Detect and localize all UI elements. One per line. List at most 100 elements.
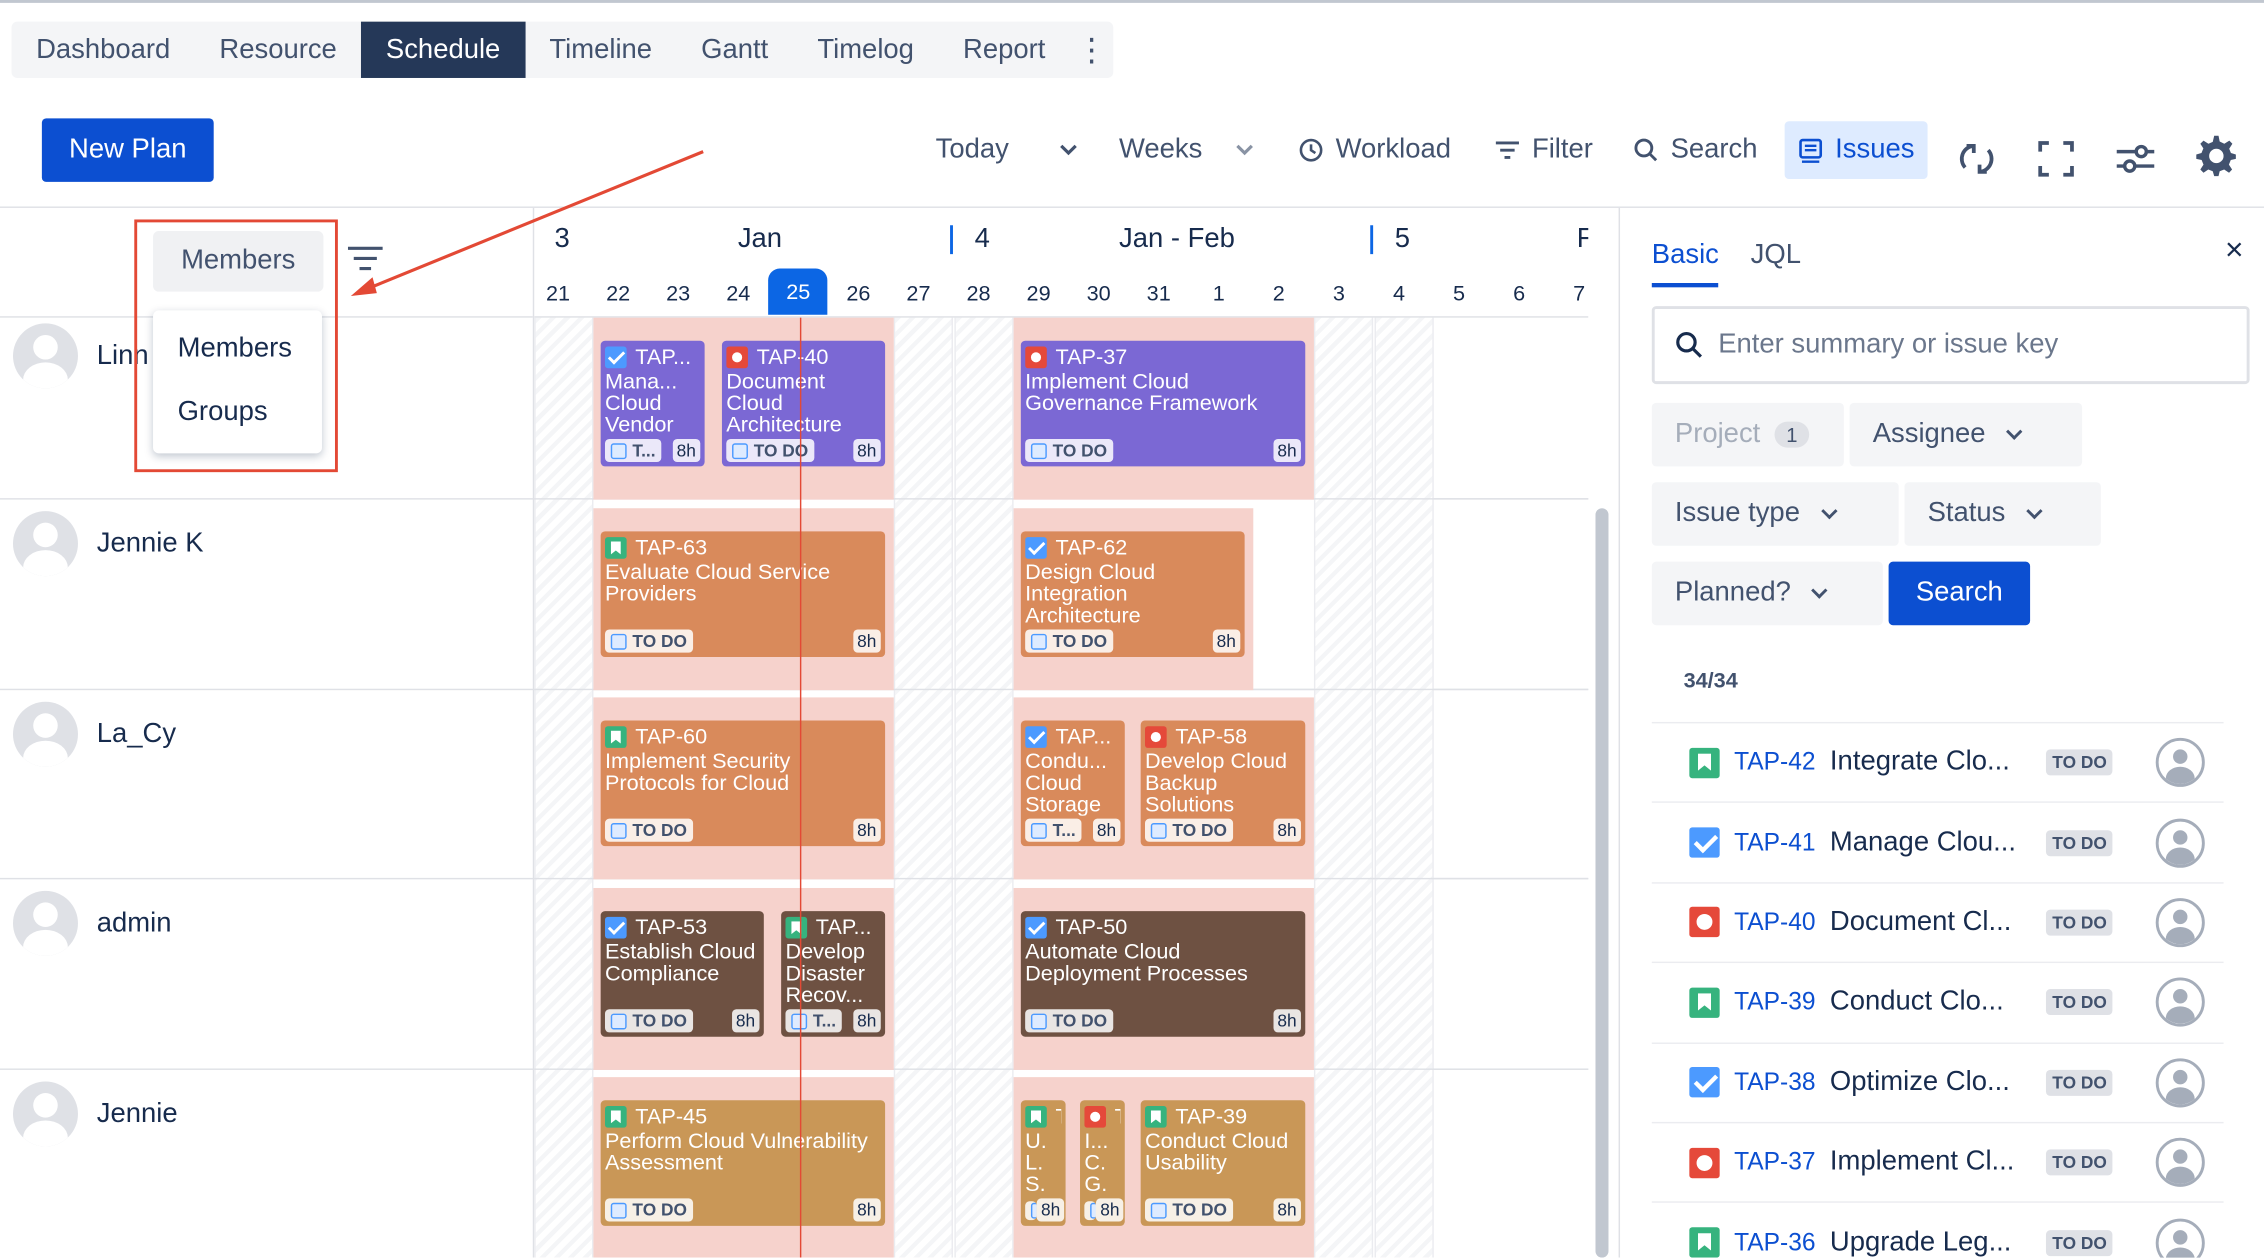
estimate-badge: 8h — [1095, 1198, 1124, 1222]
project-count-badge: 1 — [1774, 421, 1810, 448]
issue-key-link[interactable]: TAP-37 — [1734, 1148, 1815, 1177]
issue-card[interactable]: TAP-40 Document Cloud Architecture TO DO… — [721, 340, 886, 467]
assignee-filter[interactable]: Assignee — [1849, 402, 2083, 467]
highlight-box — [134, 219, 338, 473]
planned-filter[interactable]: Planned? — [1651, 561, 1883, 626]
issue-card[interactable]: TAP-50 Automate Cloud Deployment Process… — [1020, 911, 1306, 1037]
issue-card[interactable]: TAP-53 Establish Cloud Compliance TO DO … — [600, 911, 764, 1037]
weekend-column — [534, 317, 594, 1258]
day-label: 7 — [1573, 281, 1586, 307]
issue-card[interactable]: TAP... Mana... Cloud Vendor T... 8h — [600, 340, 705, 467]
schedule-timeline: 3 Jan 4 Jan - Feb 5 F 212223242526272829… — [532, 207, 1589, 1258]
card-footer: TO DO 8h — [604, 818, 881, 842]
issue-card[interactable]: TAP-39 Conduct Cloud Usability TO DO 8h — [1140, 1100, 1306, 1226]
search-button[interactable]: Search — [1633, 121, 1757, 179]
image-icon — [610, 1012, 627, 1029]
tab-dashboard[interactable]: Dashboard — [12, 22, 195, 78]
task-type-icon — [1025, 726, 1047, 748]
week-number: 3 — [554, 223, 570, 255]
today-dropdown[interactable]: Today — [936, 121, 1079, 179]
issue-row[interactable]: TAP-39 Conduct Clo... TO DO — [1651, 961, 2224, 1042]
status-text: TO DO — [1172, 820, 1227, 841]
issue-card[interactable]: TAP-45 Perform Cloud Vulnerability Asses… — [600, 1100, 886, 1226]
issue-key-link[interactable]: TAP-40 — [1734, 908, 1815, 937]
more-icon[interactable]: ⋮ — [1070, 22, 1113, 78]
card-key: TAP-58 — [1175, 724, 1248, 750]
timeline-scrollbar[interactable] — [1595, 508, 1609, 1258]
weekend-column — [954, 317, 1014, 1258]
issues-button[interactable]: Issues — [1784, 121, 1928, 180]
close-icon[interactable]: × — [2225, 231, 2244, 269]
issue-type-filter[interactable]: Issue type — [1651, 482, 1899, 546]
image-icon — [1030, 822, 1047, 839]
estimate-badge: 8h — [1272, 438, 1301, 463]
story-type-icon — [1689, 747, 1720, 778]
search-submit-button[interactable]: Search — [1888, 561, 2031, 626]
status-text: TO DO — [1052, 630, 1108, 652]
issue-row[interactable]: TAP-40 Document Cl... TO DO — [1651, 881, 2224, 962]
new-plan-button[interactable]: New Plan — [41, 118, 214, 182]
issue-row[interactable]: TAP-41 Manage Clou... TO DO — [1651, 801, 2224, 882]
card-summary: Implement Cloud Governance Framework — [1025, 371, 1258, 416]
story-type-icon — [1025, 1106, 1047, 1128]
issue-row[interactable]: TAP-38 Optimize Clo... TO DO — [1651, 1041, 2224, 1122]
tab-report[interactable]: Report — [938, 22, 1069, 78]
issue-summary: Document Cl... — [1829, 906, 2012, 938]
issue-card[interactable]: TAP-62 Design Cloud Integration Architec… — [1020, 531, 1245, 657]
sliders-icon[interactable] — [2114, 130, 2157, 188]
issue-search-input[interactable] — [1718, 329, 2239, 361]
tab-basic[interactable]: Basic — [1651, 240, 1719, 288]
issue-card[interactable]: T... I... C. G. 8h — [1080, 1100, 1125, 1226]
issue-key-link[interactable]: TAP-41 — [1734, 828, 1815, 857]
card-footer: TO DO 8h — [1144, 1198, 1301, 1222]
issue-card[interactable]: TAP-63 Evaluate Cloud Service Providers … — [600, 531, 886, 657]
issue-key-link[interactable]: TAP-38 — [1734, 1068, 1815, 1097]
card-key: TAP... — [635, 345, 692, 370]
project-filter[interactable]: Project 1 — [1651, 402, 1844, 467]
avatar — [2155, 1058, 2206, 1108]
member-row: La_Cy — [12, 701, 176, 767]
card-key: TAP-53 — [635, 915, 708, 940]
issue-card[interactable]: TAP-60 Implement Security Protocols for … — [600, 720, 886, 847]
status-text: T... — [1052, 820, 1076, 841]
tab-schedule[interactable]: Schedule — [361, 21, 525, 78]
issue-card[interactable]: TAP... Condu... Cloud Storage T... 8h — [1020, 720, 1125, 847]
issue-row[interactable]: TAP-37 Implement Cl... TO DO — [1651, 1121, 2224, 1202]
issue-key-link[interactable]: TAP-39 — [1734, 988, 1815, 1017]
tab-gantt[interactable]: Gantt — [677, 22, 793, 78]
issue-list: TAP-42 Integrate Clo... TO DO TAP-41 Man… — [1651, 721, 2224, 1258]
status-filter[interactable]: Status — [1904, 482, 2101, 546]
fullscreen-icon[interactable] — [2036, 130, 2076, 188]
issue-card[interactable]: TAP... Develop Disaster Recov... T... 8h — [781, 911, 886, 1037]
day-label: 31 — [1146, 281, 1171, 307]
status-badge: TO DO — [604, 629, 693, 653]
filter-icon[interactable] — [347, 245, 385, 274]
image-icon — [1030, 442, 1047, 459]
issue-search-field[interactable] — [1651, 306, 2250, 385]
workload-button[interactable]: Workload — [1298, 121, 1451, 179]
story-type-icon — [1689, 987, 1720, 1018]
issue-row[interactable]: TAP-42 Integrate Clo... TO DO — [1651, 721, 2224, 802]
card-footer: TO DO 8h — [604, 1009, 760, 1033]
weeks-dropdown[interactable]: Weeks — [1119, 121, 1257, 179]
issue-card[interactable]: T... U. L. S. 8h — [1020, 1100, 1066, 1226]
issue-card[interactable]: TAP-58 Develop Cloud Backup Solutions TO… — [1140, 720, 1306, 847]
issue-type-filter-label: Issue type — [1674, 498, 1800, 529]
tab-timelog[interactable]: Timelog — [793, 22, 939, 78]
issue-card[interactable]: TAP-37 Implement Cloud Governance Framew… — [1020, 340, 1306, 467]
search-mode-tabs: Basic JQL — [1651, 240, 1801, 288]
issue-key-link[interactable]: TAP-36 — [1734, 1228, 1815, 1257]
sync-icon[interactable] — [1956, 130, 1996, 188]
issue-key-link[interactable]: TAP-42 — [1734, 748, 1815, 777]
card-summary: Develop Cloud Backup Solutions — [1144, 750, 1288, 816]
card-header: TAP-62 — [1025, 536, 1240, 560]
tab-resource[interactable]: Resource — [195, 22, 362, 78]
filter-button[interactable]: Filter — [1494, 121, 1593, 179]
card-footer: 8h — [1025, 1198, 1065, 1222]
tab-jql[interactable]: JQL — [1751, 240, 1801, 288]
issue-summary: Implement Cl... — [1829, 1146, 2015, 1177]
issue-row[interactable]: TAP-36 Upgrade Leg... TO DO — [1651, 1201, 2224, 1258]
clock-icon — [1299, 138, 1323, 162]
gear-icon[interactable] — [2193, 127, 2239, 185]
tab-timeline[interactable]: Timeline — [525, 22, 677, 78]
